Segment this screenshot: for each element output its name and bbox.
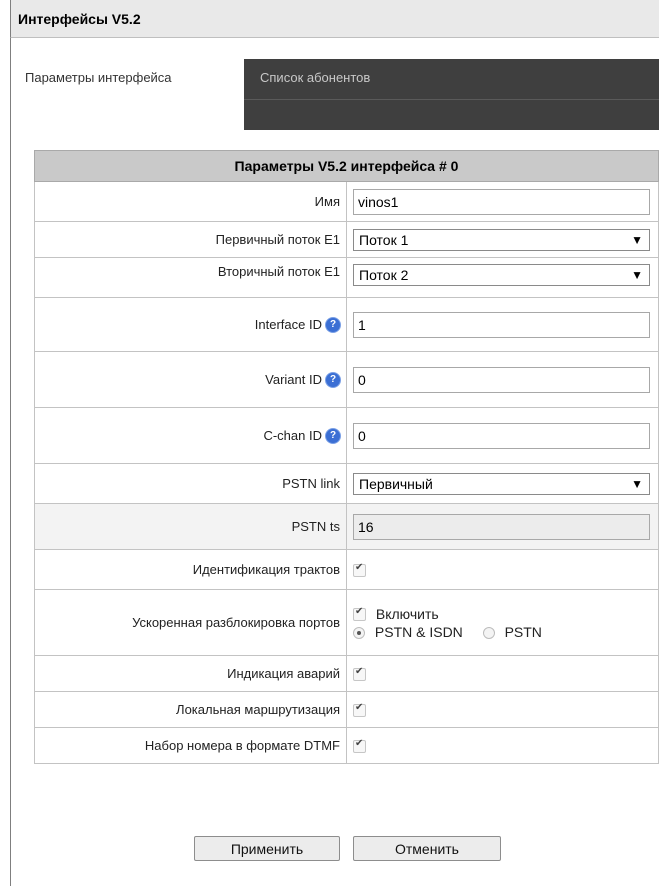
row-interface-id: Interface ID? [34,297,659,352]
dtmf-dialing-checkbox[interactable] [353,738,366,754]
row-variant-id: Variant ID? [34,351,659,408]
radio-pstn-label: PSTN [504,623,542,640]
c-chan-id-input[interactable] [353,422,650,449]
row-name: Имя [34,181,659,222]
table-header: Параметры V5.2 интерфейса # 0 [34,150,659,182]
cancel-button[interactable]: Отменить [353,836,501,861]
tab-interface-params[interactable]: Параметры интерфейса [11,59,244,99]
radio-pstn-isdn-label: PSTN & ISDN [374,623,463,640]
row-local-routing: Локальная маршрутизация [34,691,659,728]
interface-id-label: Interface ID [254,316,322,332]
secondary-stream-label: Вторичный поток E1 [34,257,347,298]
row-primary-stream: Первичный поток E1 Поток 1 ▼ [34,221,659,258]
primary-stream-label: Первичный поток E1 [34,221,347,258]
pstn-ts-input [353,513,650,540]
chevron-down-icon: ▼ [631,268,643,282]
local-routing-label: Локальная маршрутизация [34,691,347,728]
name-label: Имя [34,181,347,222]
fast-unblock-checkbox[interactable] [353,606,366,622]
fast-unblock-label: Ускоренная разблокировка портов [34,589,347,656]
tab-subscriber-list[interactable]: Список абонентов [260,59,370,97]
secondary-stream-value: Поток 2 [359,267,409,283]
primary-stream-select[interactable]: Поток 1 ▼ [353,228,650,251]
variant-id-input[interactable] [353,366,650,393]
tab-bar: Параметры интерфейса Список абонентов [11,59,659,130]
radio-pstn[interactable] [482,626,495,639]
row-dtmf-dialing: Набор номера в формате DTMF [34,727,659,764]
tab-strip-bottom [244,99,659,130]
path-identification-label: Идентификация трактов [34,549,347,590]
row-pstn-ts: PSTN ts [34,503,659,550]
variant-id-label: Variant ID [265,371,322,387]
apply-button[interactable]: Применить [194,836,340,861]
pstn-link-label: PSTN link [34,463,347,504]
interface-id-input[interactable] [353,311,650,338]
help-icon[interactable]: ? [326,429,340,444]
table-header-row: Параметры V5.2 интерфейса # 0 [34,150,659,182]
c-chan-id-label: C-chan ID [263,427,322,443]
alarm-indication-checkbox[interactable] [353,666,366,682]
row-path-identification: Идентификация трактов [34,549,659,590]
row-alarm-indication: Индикация аварий [34,655,659,692]
name-input[interactable] [353,188,650,215]
help-icon[interactable]: ? [326,318,340,333]
row-pstn-link: PSTN link Первичный ▼ [34,463,659,504]
pstn-link-select[interactable]: Первичный ▼ [353,472,650,495]
row-c-chan-id: C-chan ID? [34,407,659,464]
help-icon[interactable]: ? [326,373,340,388]
chevron-down-icon: ▼ [631,232,643,247]
secondary-stream-select[interactable]: Поток 2 ▼ [353,264,650,286]
row-fast-unblock: Ускоренная разблокировка портов Включить… [34,589,659,656]
tab-strip: Список абонентов [244,59,659,99]
dtmf-dialing-label: Набор номера в формате DTMF [34,727,347,764]
row-secondary-stream: Вторичный поток E1 Поток 2 ▼ [34,257,659,298]
local-routing-checkbox[interactable] [353,702,366,718]
radio-pstn-isdn[interactable] [353,626,365,639]
fast-unblock-enable-label: Включить [375,605,439,622]
primary-stream-value: Поток 1 [359,231,409,248]
alarm-indication-label: Индикация аварий [34,655,347,692]
path-identification-checkbox[interactable] [353,562,366,578]
pstn-link-value: Первичный [359,475,433,492]
chevron-down-icon: ▼ [631,476,643,491]
params-table: Параметры V5.2 интерфейса # 0 Имя Первич… [34,150,659,764]
pstn-ts-label: PSTN ts [34,503,347,550]
window-title: Интерфейсы V5.2 [10,0,659,38]
